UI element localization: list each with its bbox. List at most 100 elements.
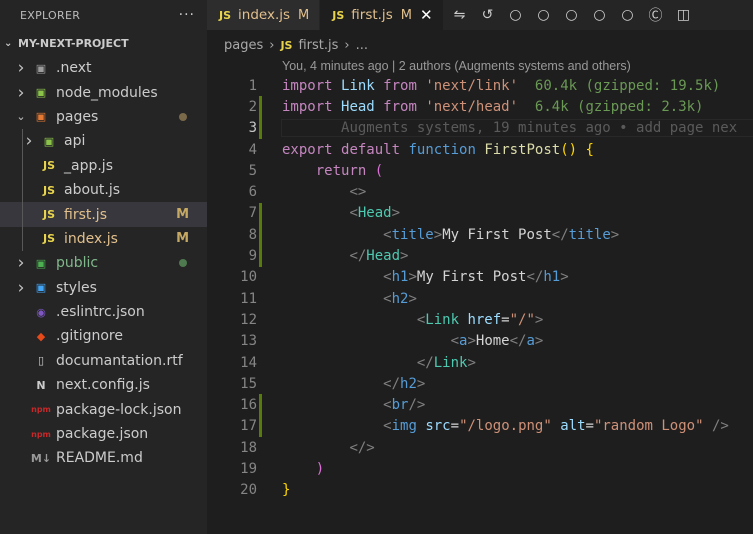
code-line[interactable]: 15 </h2>: [207, 373, 753, 394]
code-text: import Head from 'next/head' 6.4k (gzipp…: [282, 99, 753, 115]
code-punct: </: [416, 354, 434, 371]
breadcrumb-symbol[interactable]: ...: [356, 38, 368, 53]
code-line[interactable]: 1 import Link from 'next/link' 60.4k (gzi…: [207, 75, 753, 96]
code-token: h1: [391, 269, 409, 286]
code-punct: >: [610, 226, 620, 243]
code-line[interactable]: 13 <a>Home</a>: [207, 331, 753, 352]
tree-item[interactable]: npm package.json: [0, 422, 207, 446]
tree-item[interactable]: M↓ README.md: [0, 446, 207, 470]
tab-first-js[interactable]: JS first.js M ✕: [320, 0, 444, 30]
code-token: Head: [357, 205, 392, 222]
js-file-icon: JS: [42, 232, 55, 246]
more-actions-icon[interactable]: ···: [179, 7, 195, 23]
code-token: from: [383, 98, 417, 115]
code-text: export default function FirstPost() {: [282, 142, 753, 158]
explorer-sidebar: EXPLORER ··· ⌄ MY-NEXT-PROJECT › ▣ .next › ▣…: [0, 0, 207, 534]
breadcrumb-separator: ›: [344, 37, 350, 53]
breadcrumb-file[interactable]: first.js: [298, 38, 338, 53]
code-line[interactable]: 3 Augments systems, 19 minutes ago • add…: [207, 117, 753, 139]
code-line[interactable]: 6 <>: [207, 181, 753, 202]
public-folder-icon: ▣: [35, 256, 47, 270]
tree-item[interactable]: › ▣ api: [0, 129, 207, 154]
code-line[interactable]: 10 <h1>My First Post</h1>: [207, 267, 753, 288]
code-text: <br/>: [282, 397, 753, 413]
code-line[interactable]: 19 ): [207, 458, 753, 479]
tree-item-label: first.js: [64, 206, 107, 223]
code-line[interactable]: 7 <Head>: [207, 202, 753, 225]
tree-item[interactable]: Nnext.config.js: [0, 373, 207, 397]
code-line[interactable]: 12 <Link href="/">: [207, 309, 753, 330]
tree-item[interactable]: › ▣ styles: [0, 276, 207, 300]
tree-item[interactable]: JS _app.js: [0, 153, 207, 178]
next-change-icon[interactable]: ○: [590, 7, 610, 23]
tree-item[interactable]: JS first.js M: [0, 202, 207, 227]
tree-item[interactable]: ▯ documantation.rtf: [0, 349, 207, 373]
code-punct: >: [534, 333, 544, 350]
breadcrumb-folder[interactable]: pages: [224, 38, 263, 53]
code-punct: </: [526, 269, 544, 286]
code-punct: </>: [349, 439, 375, 456]
api-folder-icon: ▣: [43, 134, 55, 148]
previous-revision-icon[interactable]: ○: [506, 7, 526, 23]
tree-item-label: _app.js: [64, 157, 113, 174]
tree-item-label: next.config.js: [56, 377, 150, 394]
code-line[interactable]: 20}: [207, 480, 753, 501]
code-line[interactable]: 18 </>: [207, 437, 753, 458]
document-icon: ▯: [37, 354, 45, 368]
code-line[interactable]: 2 import Head from 'next/head' 6.4k (gzip…: [207, 96, 753, 118]
tree-item[interactable]: ⌄ ▣ pages: [0, 105, 207, 129]
code-line[interactable]: 8 <title>My First Post</title>: [207, 224, 753, 246]
line-number: 11: [240, 290, 257, 307]
tree-item[interactable]: npm package-lock.json: [0, 397, 207, 421]
code-editor[interactable]: You, 4 minutes ago | 2 authors (Augments…: [207, 58, 753, 534]
tree-item[interactable]: ◆ .gitignore: [0, 324, 207, 348]
project-root[interactable]: ⌄ MY-NEXT-PROJECT: [0, 30, 207, 56]
indent-guide: [22, 153, 23, 178]
forward-icon[interactable]: ○: [618, 7, 638, 23]
gutter: [257, 415, 282, 438]
code-punct: [282, 291, 383, 307]
tree-item[interactable]: › ▣ public: [0, 251, 207, 275]
code-line[interactable]: 14 </Link>: [207, 352, 753, 373]
code-token: "random Logo": [593, 418, 704, 435]
code-line[interactable]: 16 <br/>: [207, 394, 753, 416]
file-tree: › ▣ .next › ▣ node_modules ⌄ ▣ pages › ▣ api JS _app.…: [0, 56, 207, 471]
code-token: img: [391, 418, 417, 435]
code-text: <a>Home</a>: [282, 333, 753, 349]
code-punct: >: [560, 269, 569, 286]
tree-item-label: documantation.rtf: [56, 352, 183, 369]
tree-item[interactable]: › ▣ .next: [0, 56, 207, 80]
code-token: title: [391, 226, 434, 243]
timeline-icon[interactable]: ○: [534, 7, 554, 23]
split-editor-icon[interactable]: ◫: [674, 7, 694, 23]
code-punct: </: [349, 248, 367, 265]
tree-item[interactable]: ◉ .eslintrc.json: [0, 300, 207, 324]
code-line[interactable]: 4 export default function FirstPost() {: [207, 139, 753, 160]
indent-guide: [22, 129, 23, 154]
codelens-authors[interactable]: You, 4 minutes ago | 2 authors (Augments…: [207, 58, 753, 75]
code-token: My First Post: [416, 269, 527, 286]
git-branch-icon[interactable]: Ⓒ: [646, 5, 666, 25]
code-line[interactable]: 17 <img src="/logo.png" alt="random Logo…: [207, 415, 753, 438]
code-line[interactable]: 11 <h2>: [207, 288, 753, 309]
code-line[interactable]: 9 </Head>: [207, 245, 753, 267]
code-punct: [282, 184, 349, 200]
previous-change-icon[interactable]: ↺: [478, 7, 498, 23]
js-file-icon: JS: [280, 38, 293, 52]
code-line[interactable]: 5 return (: [207, 160, 753, 181]
modified-badge: M: [400, 7, 412, 23]
tree-item-label: README.md: [56, 450, 143, 467]
code-text: <h1>My First Post</h1>: [282, 269, 753, 285]
next-revision-icon[interactable]: ○: [562, 7, 582, 23]
code-punct: </: [551, 226, 569, 243]
tree-item[interactable]: JS about.js: [0, 177, 207, 203]
git-compare-icon[interactable]: ⇋: [450, 7, 470, 23]
code-token: Link: [433, 354, 468, 371]
tree-item[interactable]: › ▣ node_modules: [0, 80, 207, 104]
close-icon[interactable]: ✕: [420, 6, 433, 24]
line-number: 6: [248, 184, 257, 201]
code-token: h2: [400, 375, 417, 392]
tree-item[interactable]: JS index.js M: [0, 226, 207, 252]
tab-index-js[interactable]: JS index.js M: [207, 0, 321, 30]
indent-guide: [22, 202, 23, 227]
